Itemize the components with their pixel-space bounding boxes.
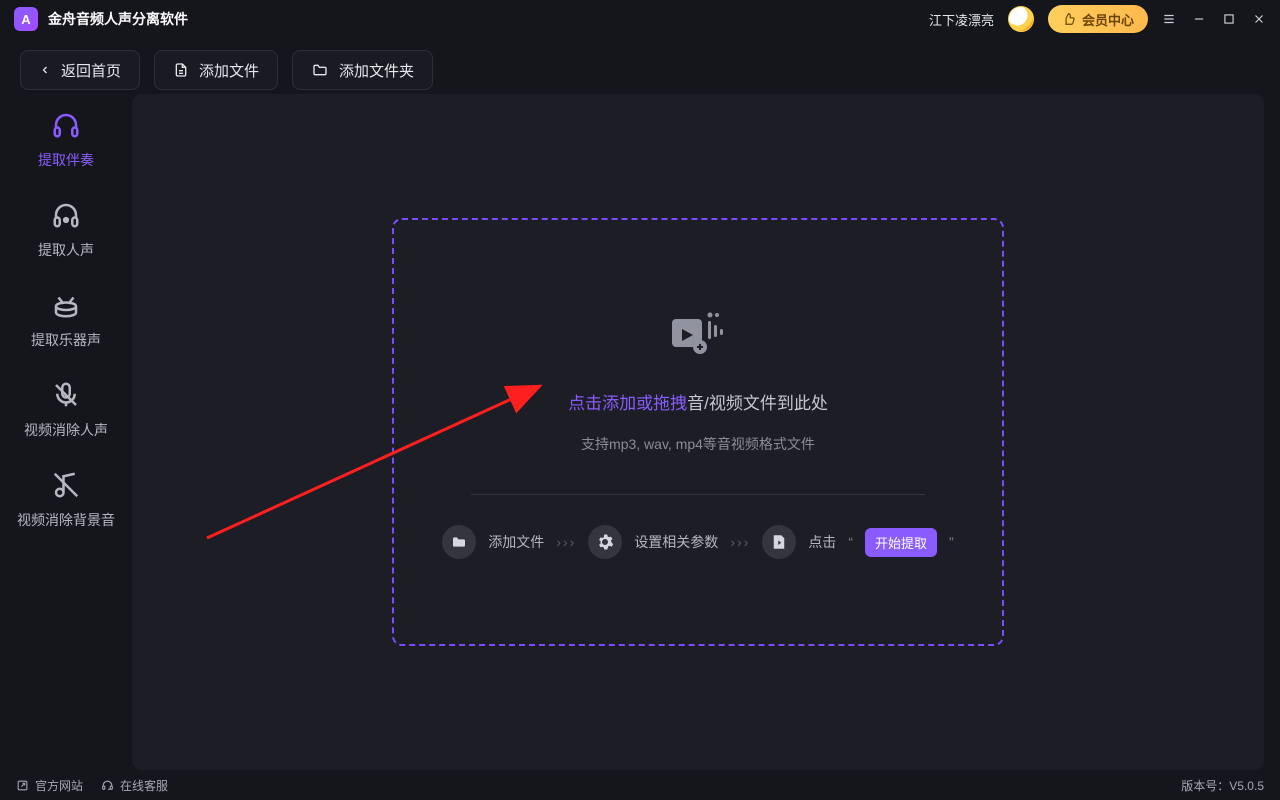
chevron-left-icon	[39, 63, 51, 77]
sidebar-item-label: 视频消除人声	[24, 420, 108, 440]
footer-left: 官方网站 在线客服	[16, 777, 168, 794]
window-controls	[1162, 12, 1266, 26]
steps-row: 添加文件 ››› 设置相关参数 ››› 点击 “ 开始提取 ”	[442, 525, 953, 559]
sidebar-item-extract-instruments[interactable]: 提取乐器声	[0, 290, 132, 350]
footer: 官方网站 在线客服 版本号：V5.0.5	[0, 770, 1280, 800]
titlebar: A 金舟音频人声分离软件 江下凌漂亮 会员中心	[0, 0, 1280, 38]
dropzone[interactable]: 点击添加或拖拽音/视频文件到此处 支持mp3, wav, mp4等音视频格式文件…	[392, 218, 1004, 646]
gear-step-icon	[588, 525, 622, 559]
minimize-icon[interactable]	[1192, 12, 1206, 26]
step-dots-icon: ›››	[730, 534, 750, 550]
headset-icon	[101, 779, 114, 792]
start-extract-button[interactable]: 开始提取	[865, 528, 937, 557]
add-folder-label: 添加文件夹	[339, 60, 414, 81]
official-site-link[interactable]: 官方网站	[16, 777, 83, 794]
back-label: 返回首页	[61, 60, 121, 81]
menu-icon[interactable]	[1162, 12, 1176, 26]
dropzone-subtext: 支持mp3, wav, mp4等音视频格式文件	[581, 434, 815, 454]
avatar[interactable]	[1008, 6, 1034, 32]
music-off-icon	[51, 470, 81, 500]
step-dots-icon: ›››	[556, 534, 576, 550]
app-title: 金舟音频人声分离软件	[48, 9, 188, 29]
dropzone-divider	[471, 494, 925, 495]
step1-label: 添加文件	[488, 532, 544, 552]
dropzone-accent-text: 点击添加或拖拽	[568, 394, 687, 413]
add-file-button[interactable]: 添加文件	[154, 50, 278, 90]
close-quote: ”	[949, 534, 954, 550]
open-quote: “	[848, 534, 853, 550]
official-site-label: 官方网站	[35, 777, 83, 794]
export-step-icon	[762, 525, 796, 559]
folder-step-icon	[442, 525, 476, 559]
add-folder-button[interactable]: 添加文件夹	[292, 50, 433, 90]
sidebar-item-label: 提取伴奏	[38, 150, 94, 170]
step3-prefix: 点击	[808, 532, 836, 552]
top-button-row: 返回首页 添加文件 添加文件夹	[0, 38, 1280, 94]
sidebar-item-label: 视频消除背景音	[17, 510, 115, 530]
dropzone-main-text: 点击添加或拖拽音/视频文件到此处	[568, 389, 828, 414]
title-right: 江下凌漂亮 会员中心	[929, 5, 1266, 33]
file-icon	[173, 61, 189, 79]
sidebar-item-label: 提取乐器声	[31, 330, 101, 350]
sidebar-item-video-remove-vocals[interactable]: 视频消除人声	[0, 380, 132, 440]
headphones-voice-icon	[51, 200, 81, 230]
title-left: A 金舟音频人声分离软件	[14, 7, 188, 31]
thumbs-up-icon	[1062, 12, 1076, 26]
sidebar-item-label: 提取人声	[38, 240, 94, 260]
username-label: 江下凌漂亮	[929, 10, 994, 29]
drum-icon	[51, 290, 81, 320]
online-support-link[interactable]: 在线客服	[101, 777, 168, 794]
version-label: 版本号：V5.0.5	[1181, 777, 1264, 794]
close-icon[interactable]	[1252, 12, 1266, 26]
folder-icon	[311, 62, 329, 78]
maximize-icon[interactable]	[1222, 12, 1236, 26]
sidebar-item-extract-vocals[interactable]: 提取人声	[0, 200, 132, 260]
sidebar-item-extract-accompaniment[interactable]: 提取伴奏	[0, 110, 132, 170]
vip-center-button[interactable]: 会员中心	[1048, 5, 1148, 33]
external-link-icon	[16, 779, 29, 792]
dropzone-rest-text: 音/视频文件到此处	[687, 394, 828, 413]
step2-label: 设置相关参数	[634, 532, 718, 552]
app-logo: A	[14, 7, 38, 31]
add-file-label: 添加文件	[199, 60, 259, 81]
sidebar-item-video-remove-bgm[interactable]: 视频消除背景音	[0, 470, 132, 530]
main-panel: 点击添加或拖拽音/视频文件到此处 支持mp3, wav, mp4等音视频格式文件…	[132, 94, 1264, 770]
body: 提取伴奏 提取人声 提取乐器声 视频消除人声 视频消除背景音	[0, 94, 1280, 770]
headphones-icon	[51, 110, 81, 140]
mic-off-icon	[51, 380, 81, 410]
back-button[interactable]: 返回首页	[20, 50, 140, 90]
media-add-icon	[666, 305, 730, 361]
sidebar: 提取伴奏 提取人声 提取乐器声 视频消除人声 视频消除背景音	[0, 94, 132, 770]
online-support-label: 在线客服	[120, 777, 168, 794]
vip-label: 会员中心	[1082, 10, 1134, 29]
